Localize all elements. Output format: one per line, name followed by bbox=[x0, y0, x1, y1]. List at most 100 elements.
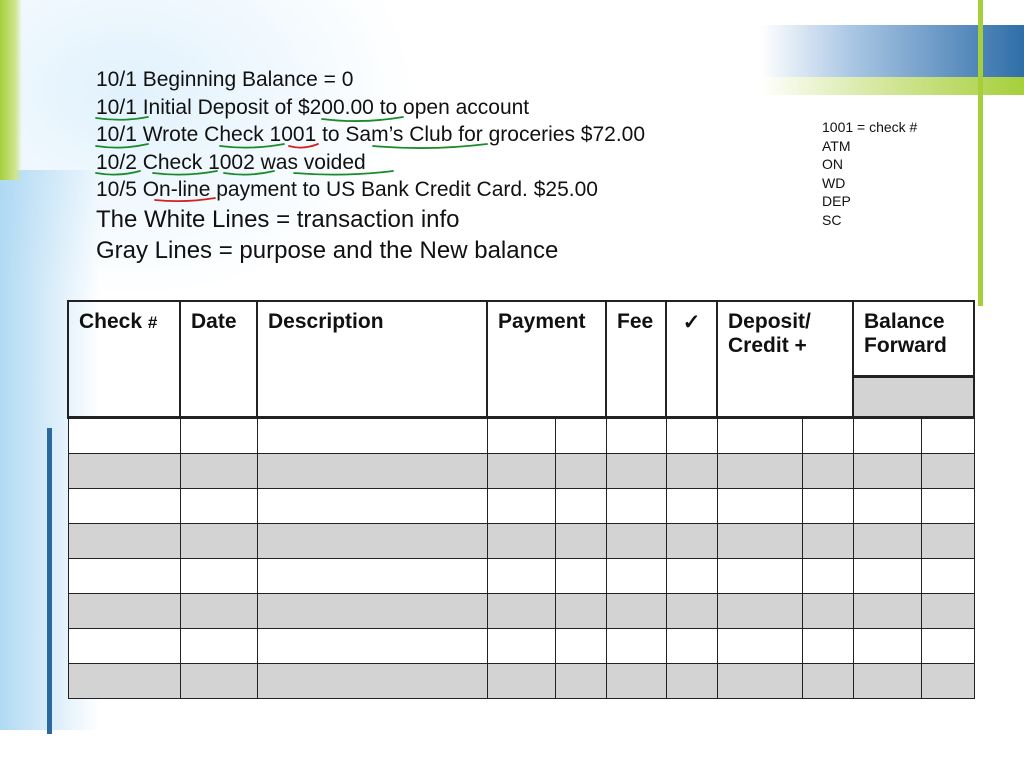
register-cell[interactable] bbox=[486, 487, 556, 524]
register-cell[interactable] bbox=[67, 627, 181, 664]
register-cell[interactable] bbox=[801, 452, 854, 489]
register-cell[interactable] bbox=[665, 592, 718, 629]
register-cell[interactable] bbox=[179, 627, 258, 664]
register-cell[interactable] bbox=[920, 487, 975, 524]
register-cell[interactable] bbox=[920, 415, 975, 454]
register-cell[interactable] bbox=[801, 522, 854, 559]
register-cell[interactable] bbox=[554, 592, 607, 629]
register-cell[interactable] bbox=[852, 557, 922, 594]
register-cell[interactable] bbox=[605, 487, 667, 524]
register-cell[interactable] bbox=[486, 592, 556, 629]
register-cell[interactable] bbox=[605, 592, 667, 629]
register-cell[interactable] bbox=[256, 592, 488, 629]
register-cell[interactable] bbox=[67, 452, 181, 489]
register-cell[interactable] bbox=[801, 557, 854, 594]
register-cell[interactable] bbox=[256, 627, 488, 664]
register-cell[interactable] bbox=[852, 452, 922, 489]
register-cell[interactable] bbox=[486, 557, 556, 594]
register-cell[interactable] bbox=[605, 662, 667, 699]
register-cell[interactable] bbox=[665, 415, 718, 454]
register-cell[interactable] bbox=[801, 662, 854, 699]
register-cell[interactable] bbox=[67, 487, 181, 524]
register-cell[interactable] bbox=[801, 627, 854, 664]
register-cell[interactable] bbox=[920, 662, 975, 699]
register-cell[interactable] bbox=[256, 522, 488, 559]
register-cell[interactable] bbox=[920, 627, 975, 664]
register-cell[interactable] bbox=[179, 557, 258, 594]
register-cell[interactable] bbox=[256, 487, 488, 524]
register-cell[interactable] bbox=[486, 662, 556, 699]
register-cell[interactable] bbox=[920, 522, 975, 559]
legend-item: ATM bbox=[822, 137, 851, 154]
register-cell[interactable] bbox=[605, 557, 667, 594]
register-cell[interactable] bbox=[179, 487, 258, 524]
register-cell[interactable] bbox=[665, 627, 718, 664]
register-cell[interactable] bbox=[486, 522, 556, 559]
register-cell[interactable] bbox=[554, 557, 607, 594]
register-cell[interactable] bbox=[801, 415, 854, 454]
register-cell[interactable] bbox=[67, 662, 181, 699]
register-cell[interactable] bbox=[605, 452, 667, 489]
register-cell[interactable] bbox=[716, 557, 803, 594]
register-cell[interactable] bbox=[179, 452, 258, 489]
register-cell[interactable] bbox=[554, 415, 607, 454]
register-cell[interactable] bbox=[554, 452, 607, 489]
register-cell[interactable] bbox=[179, 522, 258, 559]
register-cell[interactable] bbox=[852, 415, 922, 454]
register-cell[interactable] bbox=[716, 627, 803, 664]
legend-item: DEP bbox=[822, 193, 851, 210]
register-cell[interactable] bbox=[605, 415, 667, 454]
register-cell[interactable] bbox=[67, 592, 181, 629]
register-cell[interactable] bbox=[256, 662, 488, 699]
register-cell[interactable] bbox=[486, 627, 556, 664]
legend-item: WD bbox=[822, 174, 846, 191]
register-cell[interactable] bbox=[852, 627, 922, 664]
register-cell[interactable] bbox=[852, 487, 922, 524]
register-cell[interactable] bbox=[716, 415, 803, 454]
register-cell[interactable] bbox=[852, 592, 922, 629]
register-cell[interactable] bbox=[852, 522, 922, 559]
register-cell[interactable] bbox=[716, 487, 803, 524]
register-cell[interactable] bbox=[256, 452, 488, 489]
register-cell[interactable] bbox=[554, 522, 607, 559]
register-cell[interactable] bbox=[920, 452, 975, 489]
transaction-row bbox=[67, 487, 975, 524]
register-cell[interactable] bbox=[716, 452, 803, 489]
register-cell[interactable] bbox=[852, 662, 922, 699]
register-cell[interactable] bbox=[554, 627, 607, 664]
register-cell[interactable] bbox=[665, 487, 718, 524]
register-cell[interactable] bbox=[67, 415, 181, 454]
register-cell[interactable] bbox=[801, 487, 854, 524]
register-cell[interactable] bbox=[554, 487, 607, 524]
register-cell[interactable] bbox=[665, 452, 718, 489]
note-line-large: The White Lines = transaction info bbox=[96, 205, 460, 233]
register-cell[interactable] bbox=[605, 522, 667, 559]
register-cell[interactable] bbox=[256, 415, 488, 454]
register-cell[interactable] bbox=[716, 522, 803, 559]
register-cell[interactable] bbox=[67, 557, 181, 594]
header-check-label: Check bbox=[79, 310, 143, 333]
register-cell[interactable] bbox=[920, 592, 975, 629]
green-accent-bar-right bbox=[760, 77, 1024, 95]
header-deposit-line1: Deposit/ bbox=[728, 310, 811, 333]
register-cell[interactable] bbox=[665, 522, 718, 559]
header-balance-line2: Forward bbox=[864, 334, 947, 357]
register-cell[interactable] bbox=[554, 662, 607, 699]
register-cell[interactable] bbox=[716, 662, 803, 699]
register-cell[interactable] bbox=[179, 592, 258, 629]
register-cell[interactable] bbox=[665, 557, 718, 594]
note-line: 10/1 Initial Deposit of $200.00 to open … bbox=[96, 95, 530, 119]
header-date: Date bbox=[179, 300, 258, 418]
register-cell[interactable] bbox=[486, 415, 556, 454]
register-cell[interactable] bbox=[801, 592, 854, 629]
register-cell[interactable] bbox=[920, 557, 975, 594]
register-cell[interactable] bbox=[665, 662, 718, 699]
register-cell[interactable] bbox=[716, 592, 803, 629]
register-cell[interactable] bbox=[179, 662, 258, 699]
balance-row bbox=[67, 452, 975, 489]
register-cell[interactable] bbox=[486, 452, 556, 489]
register-cell[interactable] bbox=[67, 522, 181, 559]
register-cell[interactable] bbox=[179, 415, 258, 454]
register-cell[interactable] bbox=[605, 627, 667, 664]
register-cell[interactable] bbox=[256, 557, 488, 594]
